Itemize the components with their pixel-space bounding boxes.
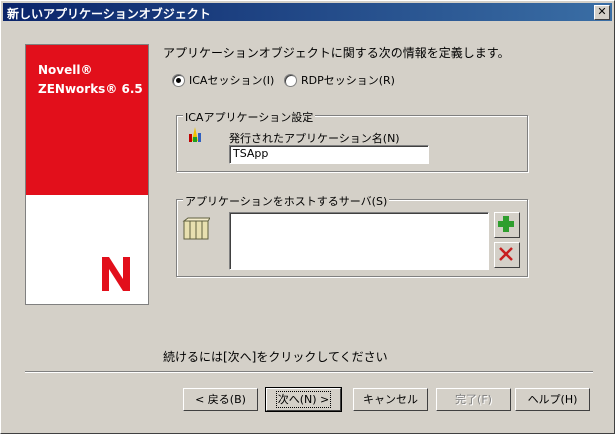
delete-x-icon: [499, 247, 513, 261]
help-button[interactable]: ヘルプ(H): [515, 388, 590, 411]
hint-text: 続けるには[次へ]をクリックしてください: [163, 350, 388, 364]
brand-novell: Novell®: [38, 63, 93, 77]
server-list[interactable]: [229, 212, 489, 270]
ica-session-label: ICAセッション(I): [189, 74, 275, 87]
app-name-input[interactable]: TSApp: [229, 145, 429, 164]
banner-red-panel: Novell® ZENworks® 6.5: [26, 45, 148, 195]
plus-icon: [498, 216, 514, 232]
ica-application-icon: [189, 127, 201, 142]
server-group-label: アプリケーションをホストするサーバ(S): [183, 193, 390, 209]
server-group: アプリケーションをホストするサーバ(S): [176, 193, 528, 277]
server-icon: [182, 217, 210, 240]
finish-button[interactable]: 完了(F): [436, 388, 511, 411]
brand-zenworks: ZENworks® 6.5: [38, 82, 143, 96]
close-button[interactable]: ✕: [594, 5, 610, 20]
cancel-button[interactable]: キャンセル: [353, 388, 428, 411]
back-button[interactable]: < 戻る(B): [183, 388, 258, 411]
ica-settings-group-label: ICAアプリケーション設定: [183, 109, 316, 125]
novell-n-logo-icon: [102, 257, 130, 291]
product-banner: Novell® ZENworks® 6.5: [25, 44, 149, 305]
app-name-label: 発行されたアプリケーション名(N): [229, 132, 400, 145]
ica-settings-group: ICAアプリケーション設定 発行されたアプリケーション名(N) TSApp: [176, 109, 528, 172]
instruction-text: アプリケーションオブジェクトに関する次の情報を定義します。: [163, 46, 510, 60]
title-bar[interactable]: 新しいアプリケーションオブジェクト ✕: [3, 3, 612, 21]
dialog-window: 新しいアプリケーションオブジェクト ✕ Novell® ZENworks® 6.…: [0, 0, 615, 434]
ica-session-radio[interactable]: [172, 73, 185, 87]
next-button[interactable]: 次へ(N) >: [265, 387, 342, 412]
separator: [25, 371, 593, 373]
add-server-button[interactable]: [494, 212, 520, 238]
next-button-label: 次へ(N) >: [275, 391, 332, 408]
rdp-session-option[interactable]: RDPセッション(R): [284, 72, 395, 88]
ica-session-option[interactable]: ICAセッション(I): [172, 72, 274, 88]
rdp-session-label: RDPセッション(R): [301, 74, 395, 87]
window-title: 新しいアプリケーションオブジェクト: [7, 7, 211, 21]
rdp-session-radio[interactable]: [284, 73, 297, 87]
delete-server-button[interactable]: [494, 242, 520, 268]
